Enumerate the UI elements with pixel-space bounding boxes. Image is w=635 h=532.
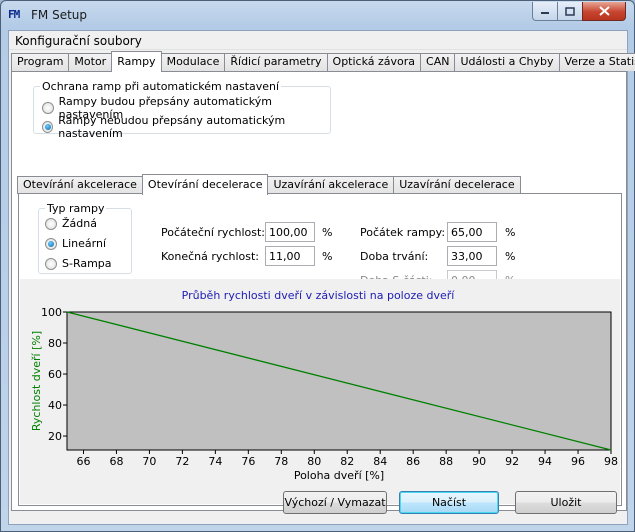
- tab-udalosti-a-chyby[interactable]: Události a Chyby: [454, 53, 560, 71]
- reset-button[interactable]: Výchozí / Vymazat: [283, 491, 387, 514]
- radio-s-rampa[interactable]: [45, 257, 57, 270]
- ramp-start-input[interactable]: [447, 222, 497, 242]
- chart-x-axis-label: Poloha dveří [%]: [294, 469, 384, 482]
- x-tick-label: 66: [76, 455, 90, 468]
- radio-zadna-label: Žádná: [62, 217, 97, 230]
- subtab-otevirani-decelerace[interactable]: Otevírání decelerace: [141, 174, 269, 195]
- y-tick-label: 80: [48, 337, 62, 350]
- x-tick-label: 76: [241, 455, 255, 468]
- start-speed-input[interactable]: [265, 222, 315, 242]
- ramp-protection-legend: Ochrana ramp při automatickém nastavení: [40, 80, 282, 93]
- x-tick-label: 80: [307, 455, 321, 468]
- x-tick-label: 74: [208, 455, 222, 468]
- client-area: Konfigurační soubory Program Motor Rampy…: [8, 30, 635, 525]
- tab-ridici-parametry[interactable]: Řídicí parametry: [224, 53, 328, 71]
- ramp-type-group: Typ rampy Žádná Lineární S-Rampa: [38, 202, 132, 274]
- x-tick-label: 94: [538, 455, 552, 468]
- rampy-panel: Ochrana ramp při automatickém nastavení …: [11, 71, 627, 511]
- chart-y-axis: 20 40 60 80 100: [41, 306, 67, 443]
- radio-keep-label: Rampy nebudou přepsány automatickým nast…: [58, 114, 286, 140]
- minimize-icon: [541, 12, 549, 14]
- ramp-protection-option-keep[interactable]: Rampy nebudou přepsány automatickým nast…: [42, 114, 330, 140]
- x-tick-label: 84: [373, 455, 387, 468]
- duration-input[interactable]: [447, 246, 497, 266]
- end-speed-input[interactable]: [265, 246, 315, 266]
- tab-rampy[interactable]: Rampy: [111, 51, 162, 72]
- maximize-button[interactable]: [557, 2, 583, 21]
- end-speed-label: Konečná rychlost:: [161, 250, 259, 263]
- ramp-subtabs: Otevírání akcelerace Otevírání decelerac…: [17, 174, 521, 195]
- speed-position-chart-area: Průběh rychlosti dveří v závislosti na p…: [20, 279, 620, 504]
- title-bar[interactable]: FM FM Setup: [1, 1, 634, 29]
- x-tick-label: 88: [439, 455, 453, 468]
- save-button[interactable]: Uložit: [515, 491, 617, 514]
- tab-verze-a-statistiky[interactable]: Verze a Statistiky: [558, 53, 635, 71]
- radio-linearni[interactable]: [45, 237, 57, 250]
- ramp-start-label: Počátek rampy:: [360, 226, 446, 239]
- fm-app-icon: FM: [8, 8, 20, 21]
- x-tick-label: 92: [505, 455, 519, 468]
- start-speed-label: Počáteční rychlost:: [161, 226, 266, 239]
- x-tick-label: 72: [175, 455, 189, 468]
- tab-motor[interactable]: Motor: [68, 53, 113, 71]
- tab-opticka-zavora[interactable]: Optická závora: [326, 53, 422, 71]
- end-speed-unit: %: [322, 250, 333, 263]
- duration-label: Doba trvání:: [360, 250, 429, 263]
- y-tick-label: 40: [48, 399, 62, 412]
- speed-position-chart: Průběh rychlosti dveří v závislosti na p…: [30, 289, 618, 482]
- x-tick-label: 90: [472, 455, 486, 468]
- main-tabs: Program Motor Rampy Modulace Řídicí para…: [11, 51, 635, 72]
- maximize-icon: [565, 6, 575, 16]
- chart-x-axis: 66 68 70 72 74 76 78 80 82 84 86 88 90 92 94 96 98: [76, 450, 618, 468]
- window-title: FM Setup: [31, 8, 87, 22]
- ramp-type-option-s[interactable]: S-Rampa: [45, 257, 112, 270]
- radio-linearni-label: Lineární: [62, 237, 107, 250]
- tab-modulace[interactable]: Modulace: [160, 53, 226, 71]
- x-tick-label: 86: [406, 455, 420, 468]
- radio-zadna[interactable]: [45, 217, 57, 230]
- close-button[interactable]: [582, 2, 626, 21]
- tab-program[interactable]: Program: [11, 53, 70, 71]
- ramp-type-legend: Typ rampy: [45, 202, 107, 215]
- main-window: FM FM Setup Konfigurační soubory Program…: [0, 0, 635, 532]
- y-tick-label: 60: [48, 368, 62, 381]
- close-icon: [598, 6, 610, 16]
- load-button[interactable]: Načíst: [399, 491, 499, 514]
- radio-overwrite[interactable]: [42, 102, 54, 114]
- x-tick-label: 78: [274, 455, 288, 468]
- ramp-type-option-none[interactable]: Žádná: [45, 217, 97, 230]
- x-tick-label: 98: [604, 455, 618, 468]
- radio-s-rampa-label: S-Rampa: [62, 257, 112, 270]
- x-tick-label: 70: [142, 455, 156, 468]
- ramp-type-option-linear[interactable]: Lineární: [45, 237, 106, 250]
- tab-can[interactable]: CAN: [420, 53, 456, 71]
- x-tick-label: 82: [340, 455, 354, 468]
- ramp-protection-group: Ochrana ramp při automatickém nastavení …: [33, 80, 331, 140]
- chart-title: Průběh rychlosti dveří v závislosti na p…: [182, 289, 456, 302]
- subtab-uzavirani-decelerace[interactable]: Uzavírání decelerace: [393, 176, 521, 194]
- y-tick-label: 20: [48, 430, 62, 443]
- chart-y-axis-label: Rychlost dveří [%]: [30, 331, 43, 431]
- x-tick-label: 68: [109, 455, 123, 468]
- minimize-button[interactable]: [532, 2, 558, 21]
- start-speed-unit: %: [322, 226, 333, 239]
- menu-bar: Konfigurační soubory: [9, 31, 627, 50]
- menu-konfiguracni-soubory[interactable]: Konfigurační soubory: [15, 34, 142, 48]
- subtab-uzavirani-akcelerace[interactable]: Uzavírání akcelerace: [267, 176, 395, 194]
- ramp-settings-panel: Typ rampy Žádná Lineární S-Rampa Počáteč…: [18, 193, 622, 506]
- radio-keep[interactable]: [42, 121, 54, 133]
- y-tick-label: 100: [41, 306, 62, 319]
- ramp-start-unit: %: [505, 226, 516, 239]
- duration-unit: %: [505, 250, 516, 263]
- x-tick-label: 96: [571, 455, 585, 468]
- subtab-otevirani-akcelerace[interactable]: Otevírání akcelerace: [17, 176, 143, 194]
